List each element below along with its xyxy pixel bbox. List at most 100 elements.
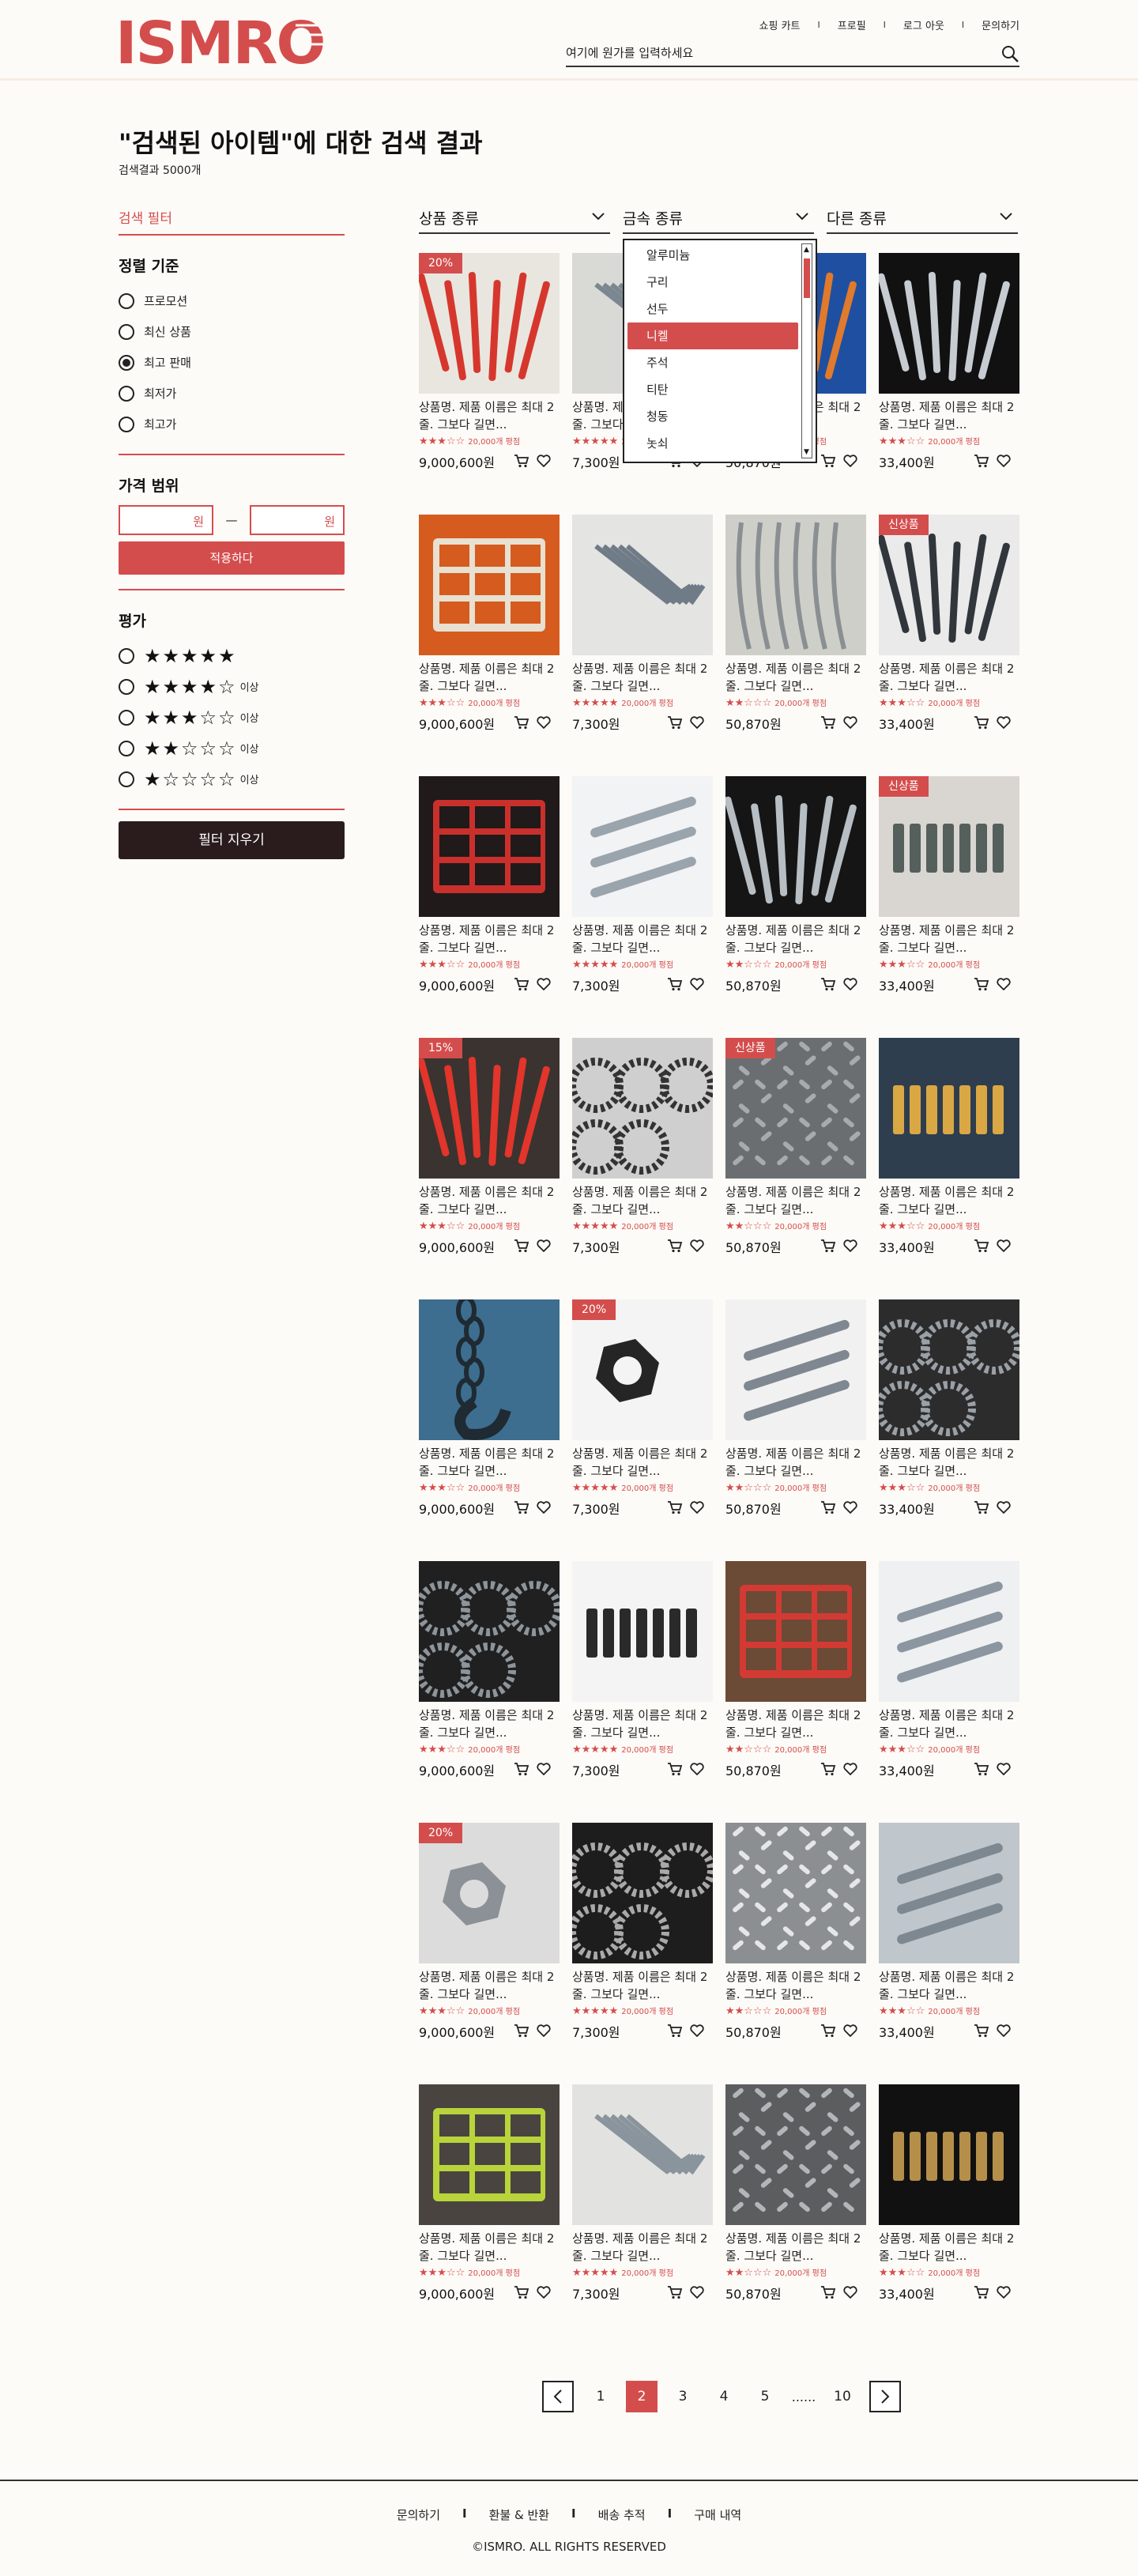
- product-image[interactable]: [725, 1299, 866, 1440]
- product-name[interactable]: 상품명. 제품 이름은 최대 2줄. 그보다 길면...: [879, 660, 1019, 695]
- cart-icon[interactable]: [974, 453, 989, 469]
- rating-option[interactable]: ★★★☆☆ 이상: [119, 702, 345, 733]
- heart-icon[interactable]: [536, 2284, 552, 2300]
- product-card[interactable]: 20% 상품명. 제품 이름은 최대 2줄. 그보다 길면... ★★★★★ 20,0…: [572, 1299, 713, 1529]
- cart-icon[interactable]: [974, 715, 989, 730]
- product-name[interactable]: 상품명. 제품 이름은 최대 2줄. 그보다 길면...: [879, 922, 1019, 956]
- metal-option[interactable]: 청동: [624, 403, 816, 430]
- product-card[interactable]: 상품명. 제품 이름은 최대 2줄. 그보다 길면...★★☆☆☆20,000개…: [725, 1299, 866, 1529]
- sort-option[interactable]: 프로모션: [119, 285, 345, 316]
- heart-icon[interactable]: [536, 453, 552, 469]
- product-name[interactable]: 상품명. 제품 이름은 최대 2줄. 그보다 길면...: [419, 1968, 560, 2003]
- product-name[interactable]: 상품명. 제품 이름은 최대 2줄. 그보다 길면...: [419, 922, 560, 956]
- product-name[interactable]: 상품명. 제품 이름은 최대 2줄. 그보다 길면...: [572, 2230, 713, 2265]
- product-name[interactable]: 상품명. 제품 이름은 최대 2줄. 그보다 길면...: [419, 398, 560, 433]
- product-card[interactable]: 상품명. 제품 이름은 최대 2줄. 그보다 길면... ★★★☆☆ 20,000개…: [879, 1823, 1019, 2052]
- product-name[interactable]: 상품명. 제품 이름은 최대 2줄. 그보다 길면...: [725, 1445, 866, 1480]
- sort-option[interactable]: 최고 판매: [119, 347, 345, 378]
- topnav-contact[interactable]: 문의하기: [982, 17, 1019, 32]
- product-card[interactable]: 신상품 상품명. 제품 이름은 최대 2줄. 그보다 길면... ★★★☆☆ 20,0…: [879, 515, 1019, 744]
- heart-icon[interactable]: [842, 2023, 858, 2039]
- rating-option[interactable]: ★☆☆☆☆ 이상: [119, 764, 345, 794]
- footer-link-orders[interactable]: 구매 내역: [694, 2506, 741, 2523]
- product-card[interactable]: 15% 상품명. 제품 이름은 최대 2줄. 그보다 길면... ★★★☆☆ 20,0…: [419, 1038, 560, 1267]
- rating-option[interactable]: ★★★★☆ 이상: [119, 671, 345, 702]
- footer-link-contact[interactable]: 문의하기: [397, 2506, 440, 2523]
- heart-icon[interactable]: [996, 1238, 1012, 1254]
- cart-icon[interactable]: [820, 1238, 836, 1254]
- cart-icon[interactable]: [514, 2023, 529, 2039]
- metal-option[interactable]: 선두: [624, 296, 816, 322]
- product-card[interactable]: 상품명. 제품 이름은 최대 2줄. 그보다 길면... ★★★☆☆ 20,000개…: [419, 515, 560, 744]
- product-image[interactable]: [419, 1299, 560, 1440]
- product-image[interactable]: [879, 1561, 1019, 1702]
- cart-icon[interactable]: [974, 1499, 989, 1515]
- cart-icon[interactable]: [820, 976, 836, 992]
- product-card[interactable]: 상품명. 제품 이름은 최대 2줄. 그보다 길면...★★☆☆☆20,000개…: [725, 1561, 866, 1790]
- radio-button[interactable]: [119, 771, 134, 787]
- product-image[interactable]: [572, 1823, 713, 1963]
- heart-icon[interactable]: [842, 1238, 858, 1254]
- product-name[interactable]: 상품명. 제품 이름은 최대 2줄. 그보다 길면...: [725, 1707, 866, 1741]
- heart-icon[interactable]: [842, 976, 858, 992]
- price-max-input[interactable]: 원: [250, 505, 345, 535]
- heart-icon[interactable]: [536, 2023, 552, 2039]
- product-name[interactable]: 상품명. 제품 이름은 최대 2줄. 그보다 길면...: [572, 1183, 713, 1218]
- cart-icon[interactable]: [820, 2284, 836, 2300]
- product-card[interactable]: 20% 상품명. 제품 이름은 최대 2줄. 그보다 길면... ★★★☆☆ 20,0…: [419, 253, 560, 482]
- cart-icon[interactable]: [514, 1761, 529, 1777]
- product-image[interactable]: [725, 776, 866, 917]
- rating-option[interactable]: ★★★★★: [119, 640, 345, 671]
- product-card[interactable]: 20% 상품명. 제품 이름은 최대 2줄. 그보다 길면... ★★★☆☆ 20,0…: [419, 1823, 560, 2052]
- product-name[interactable]: 상품명. 제품 이름은 최대 2줄. 그보다 길면...: [419, 1445, 560, 1480]
- page-number[interactable]: 2: [626, 2381, 658, 2412]
- product-card[interactable]: 상품명. 제품 이름은 최대 2줄. 그보다 길면... ★★★☆☆ 20,000개…: [879, 1299, 1019, 1529]
- product-name[interactable]: 상품명. 제품 이름은 최대 2줄. 그보다 길면...: [572, 1445, 713, 1480]
- cart-icon[interactable]: [820, 1499, 836, 1515]
- metal-option[interactable]: 구리: [624, 269, 816, 296]
- cart-icon[interactable]: [667, 715, 683, 730]
- product-card[interactable]: 상품명. 제품 이름은 최대 2줄. 그보다 길면... ★★★☆☆ 20,000개…: [879, 1038, 1019, 1267]
- product-image[interactable]: 신상품: [879, 776, 1019, 917]
- metal-option[interactable]: 알루미늄: [624, 242, 816, 269]
- product-name[interactable]: 상품명. 제품 이름은 최대 2줄. 그보다 길면...: [419, 2230, 560, 2265]
- logo[interactable]: ISMRO: [115, 11, 337, 71]
- heart-icon[interactable]: [536, 1499, 552, 1515]
- footer-link-tracking[interactable]: 배송 추적: [598, 2506, 646, 2523]
- product-card[interactable]: 상품명. 제품 이름은 최대 2줄. 그보다 길면... ★★★★★20,000개…: [572, 1561, 713, 1790]
- product-name[interactable]: 상품명. 제품 이름은 최대 2줄. 그보다 길면...: [879, 1968, 1019, 2003]
- cart-icon[interactable]: [667, 976, 683, 992]
- product-image[interactable]: [725, 2084, 866, 2225]
- product-name[interactable]: 상품명. 제품 이름은 최대 2줄. 그보다 길면...: [879, 1445, 1019, 1480]
- radio-button[interactable]: [119, 385, 134, 402]
- product-card[interactable]: 상품명. 제품 이름은 최대 2줄. 그보다 길면... ★★★☆☆ 20,000개…: [419, 2084, 560, 2314]
- page-number[interactable]: 10: [822, 2389, 863, 2404]
- cart-icon[interactable]: [514, 453, 529, 469]
- search-icon[interactable]: [1000, 44, 1019, 63]
- heart-icon[interactable]: [996, 453, 1012, 469]
- cart-icon[interactable]: [514, 715, 529, 730]
- cart-icon[interactable]: [820, 1761, 836, 1777]
- footer-link-refund[interactable]: 환불 & 반환: [489, 2506, 549, 2523]
- heart-icon[interactable]: [996, 1499, 1012, 1515]
- topnav-profile[interactable]: 프로필: [838, 17, 866, 32]
- product-image[interactable]: 신상품: [725, 1038, 866, 1179]
- radio-button[interactable]: [119, 709, 134, 726]
- heart-icon[interactable]: [536, 976, 552, 992]
- cart-icon[interactable]: [514, 1499, 529, 1515]
- heart-icon[interactable]: [996, 1761, 1012, 1777]
- product-card[interactable]: 상품명. 제품 이름은 최대 2줄. 그보다 길면... ★★★☆☆ 20,000개…: [879, 1561, 1019, 1790]
- product-image[interactable]: 20%: [419, 1823, 560, 1963]
- topnav-logout[interactable]: 로그 아웃: [903, 17, 944, 32]
- metal-option[interactable]: 놋쇠: [624, 430, 816, 457]
- heart-icon[interactable]: [536, 1238, 552, 1254]
- heart-icon[interactable]: [842, 1761, 858, 1777]
- product-name[interactable]: 상품명. 제품 이름은 최대 2줄. 그보다 길면...: [725, 2230, 866, 2265]
- product-name[interactable]: 상품명. 제품 이름은 최대 2줄. 그보다 길면...: [879, 398, 1019, 433]
- product-image[interactable]: [879, 1299, 1019, 1440]
- cart-icon[interactable]: [514, 976, 529, 992]
- product-image[interactable]: [419, 776, 560, 917]
- price-min-input[interactable]: 원: [119, 505, 213, 535]
- heart-icon[interactable]: [689, 976, 705, 992]
- scroll-thumb[interactable]: [804, 258, 810, 298]
